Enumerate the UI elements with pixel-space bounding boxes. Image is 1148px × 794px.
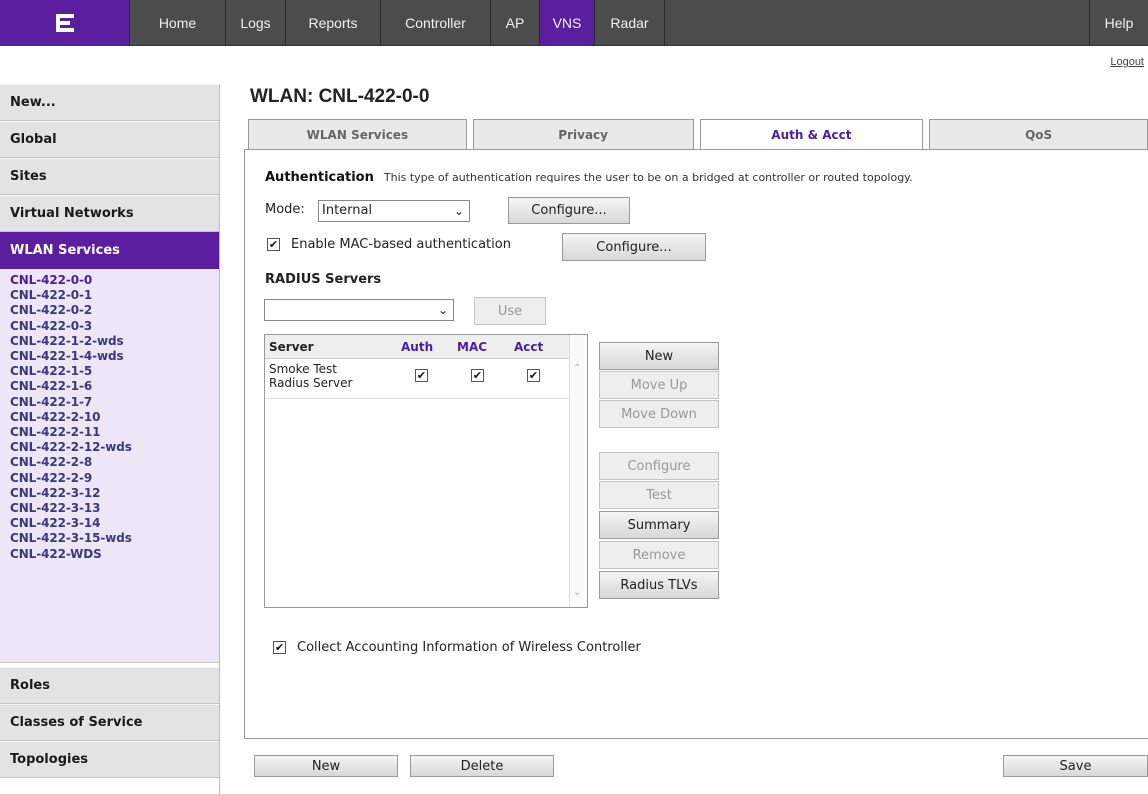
server-name: Smoke Test Radius Server [269, 362, 352, 390]
wlan-list: CNL-422-0-0 CNL-422-0-1 CNL-422-0-2 CNL-… [0, 269, 219, 663]
scroll-down-icon[interactable]: ⌄ [573, 587, 581, 598]
radius-table: Server Auth MAC Acct Smoke Test Radius S… [264, 334, 588, 608]
mode-value: Internal [322, 203, 373, 218]
server-name-line1: Smoke Test [269, 362, 337, 376]
chevron-down-icon: ⌄ [437, 303, 448, 317]
logo-icon [55, 14, 74, 32]
wlan-link[interactable]: CNL-422-WDS [10, 547, 219, 562]
logout-link[interactable]: Logout [1110, 56, 1144, 68]
acct-checkbox[interactable]: ✔ [527, 369, 540, 382]
server-name-line2: Radius Server [269, 376, 353, 390]
move-down-button[interactable]: Move Down [599, 400, 719, 428]
mac-checkbox[interactable]: ✔ [471, 369, 484, 382]
sidebar-item-sites[interactable]: Sites [0, 158, 219, 195]
wlan-link[interactable]: CNL-422-2-11 [10, 425, 219, 440]
wlan-link[interactable]: CNL-422-3-13 [10, 501, 219, 516]
footer-new-button[interactable]: New [254, 755, 398, 777]
sidebar-item-topologies[interactable]: Topologies [0, 741, 219, 778]
wlan-link[interactable]: CNL-422-0-3 [10, 319, 219, 334]
sidebar-item-wlan-services[interactable]: WLAN Services [0, 232, 219, 269]
test-button[interactable]: Test [599, 481, 719, 509]
nav-spacer [665, 0, 1090, 45]
nav-ap[interactable]: AP [491, 0, 540, 46]
mode-select[interactable]: Internal ⌄ [318, 200, 470, 222]
auth-heading: Authentication [265, 170, 374, 185]
configure-mode-button[interactable]: Configure... [508, 197, 630, 224]
mac-auth-checkbox[interactable]: ✔ [267, 238, 280, 251]
wlan-link[interactable]: CNL-422-0-1 [10, 288, 219, 303]
use-button[interactable]: Use [474, 297, 546, 325]
nav-help[interactable]: Help [1090, 0, 1148, 46]
radius-tlvs-button[interactable]: Radius TLVs [599, 571, 719, 599]
top-nav: Home Logs Reports Controller AP VNS Rada… [0, 0, 1148, 46]
wlan-link[interactable]: CNL-422-0-2 [10, 303, 219, 318]
tab-qos[interactable]: QoS [929, 119, 1148, 149]
footer-delete-button[interactable]: Delete [410, 755, 554, 777]
summary-button[interactable]: Summary [599, 511, 719, 539]
col-server: Server [269, 340, 314, 354]
move-up-button[interactable]: Move Up [599, 371, 719, 399]
auth-heading-row: Authentication This type of authenticatio… [265, 170, 913, 185]
wlan-link[interactable]: CNL-422-1-2-wds [10, 334, 219, 349]
page-title: WLAN: CNL-422-0-0 [250, 86, 430, 107]
nav-radar[interactable]: Radar [595, 0, 665, 46]
wlan-link[interactable]: CNL-422-2-8 [10, 455, 219, 470]
sidebar-item-roles[interactable]: Roles [0, 667, 219, 704]
tab-privacy[interactable]: Privacy [472, 119, 694, 149]
mode-label: Mode: [265, 202, 305, 217]
chevron-down-icon: ⌄ [453, 204, 464, 218]
wlan-link[interactable]: CNL-422-1-7 [10, 395, 219, 410]
wlan-link[interactable]: CNL-422-3-15-wds [10, 531, 219, 546]
sidebar-item-virtual-networks[interactable]: Virtual Networks [0, 195, 219, 232]
wlan-link[interactable]: CNL-422-2-9 [10, 471, 219, 486]
sidebar: New... Global Sites Virtual Networks WLA… [0, 84, 220, 794]
configure-mac-button[interactable]: Configure... [562, 233, 706, 261]
tab-wlan-services[interactable]: WLAN Services [248, 119, 467, 149]
col-auth: Auth [401, 340, 434, 354]
collect-accounting-label: Collect Accounting Information of Wirele… [297, 640, 641, 655]
radius-new-button[interactable]: New [599, 342, 719, 370]
tab-bar: WLAN Services Privacy Auth & Acct QoS [244, 119, 1148, 150]
auth-note: This type of authentication requires the… [383, 171, 913, 184]
wlan-link[interactable]: CNL-422-3-12 [10, 486, 219, 501]
nav-logs[interactable]: Logs [226, 0, 286, 46]
radius-heading: RADIUS Servers [265, 272, 382, 287]
mac-auth-label: Enable MAC-based authentication [291, 237, 511, 252]
radius-configure-button[interactable]: Configure [599, 452, 719, 480]
nav-controller[interactable]: Controller [381, 0, 491, 46]
auth-acct-panel: Authentication This type of authenticatio… [244, 149, 1148, 739]
footer-save-button[interactable]: Save [1003, 755, 1148, 777]
nav-vns[interactable]: VNS [540, 0, 595, 46]
sidebar-item-global[interactable]: Global [0, 121, 219, 158]
remove-button[interactable]: Remove [599, 541, 719, 569]
wlan-link[interactable]: CNL-422-3-14 [10, 516, 219, 531]
sidebar-item-classes-of-service[interactable]: Classes of Service [0, 704, 219, 741]
tab-auth-acct[interactable]: Auth & Acct [699, 119, 924, 150]
wlan-link[interactable]: CNL-422-2-12-wds [10, 440, 219, 455]
wlan-link[interactable]: CNL-422-1-6 [10, 379, 219, 394]
radius-table-header: Server Auth MAC Acct [265, 335, 571, 359]
sidebar-item-new[interactable]: New... [0, 84, 219, 121]
table-scrollbar[interactable]: ⌃ ⌄ [569, 335, 587, 607]
wlan-link[interactable]: CNL-422-1-4-wds [10, 349, 219, 364]
col-mac: MAC [457, 340, 488, 354]
scroll-up-icon[interactable]: ⌃ [573, 363, 581, 374]
nav-reports[interactable]: Reports [286, 0, 381, 46]
auth-checkbox[interactable]: ✔ [415, 369, 428, 382]
collect-accounting-checkbox[interactable]: ✔ [273, 641, 286, 654]
radius-server-select[interactable]: ⌄ [264, 299, 454, 321]
wlan-link[interactable]: CNL-422-2-10 [10, 410, 219, 425]
extreme-logo[interactable] [0, 0, 130, 46]
nav-home[interactable]: Home [130, 0, 226, 46]
wlan-link[interactable]: CNL-422-1-5 [10, 364, 219, 379]
wlan-link[interactable]: CNL-422-0-0 [10, 273, 219, 288]
table-row[interactable]: Smoke Test Radius Server ✔ ✔ ✔ [265, 359, 571, 399]
col-acct: Acct [514, 340, 544, 354]
